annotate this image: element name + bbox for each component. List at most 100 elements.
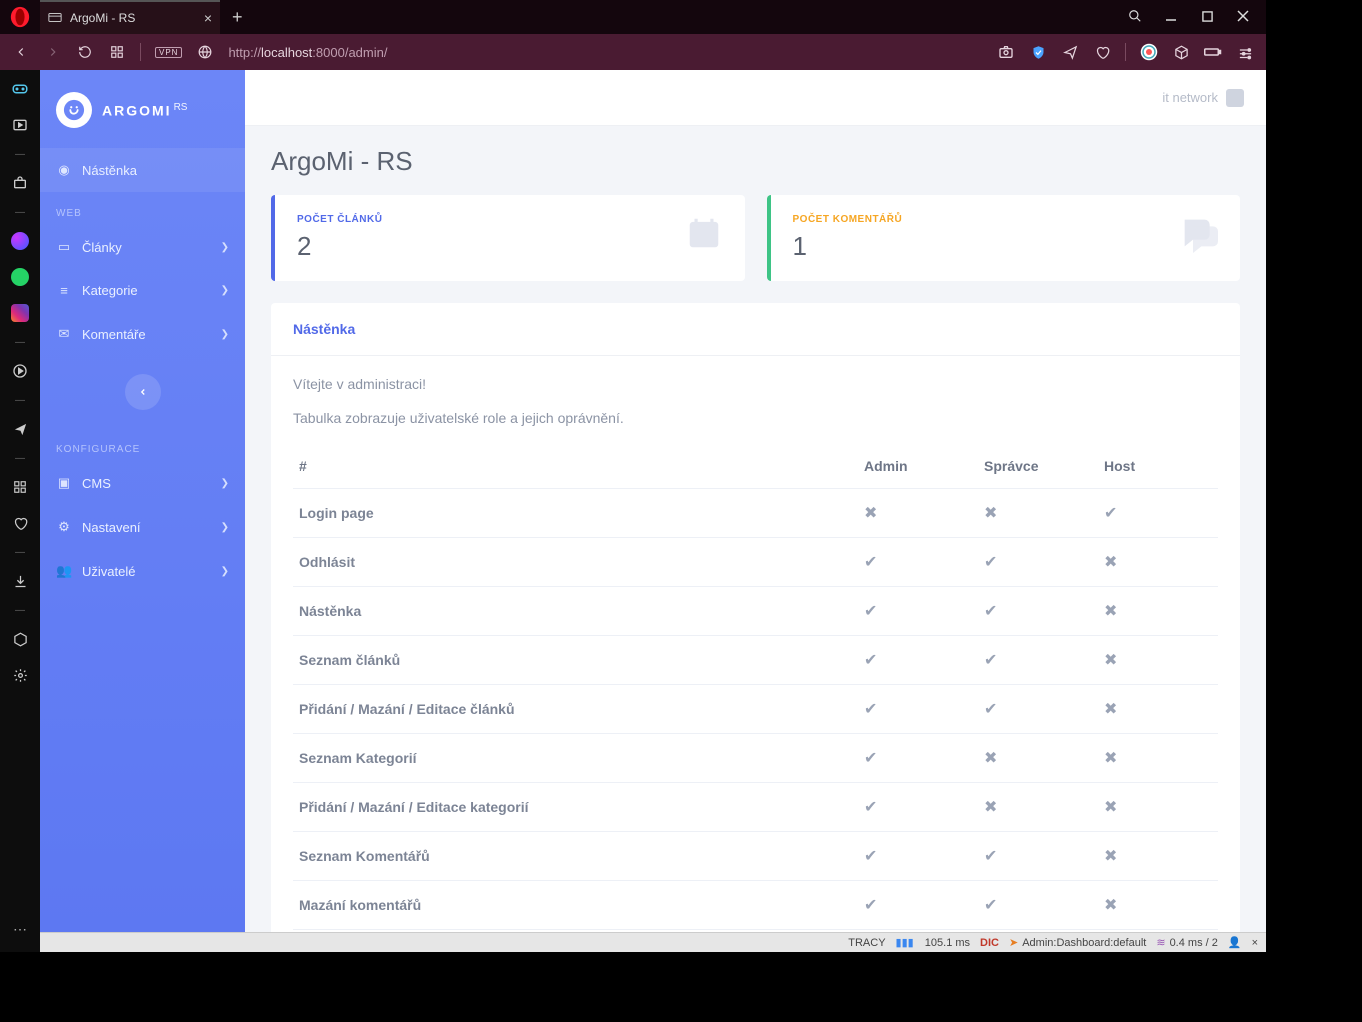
- instagram-icon[interactable]: [9, 302, 31, 324]
- sidebar-item-dashboard[interactable]: ◉ Nástěnka: [40, 148, 245, 192]
- stat-articles-value: 2: [297, 231, 382, 262]
- battery-icon[interactable]: [1204, 43, 1222, 61]
- x-icon: ✖: [1104, 701, 1117, 718]
- send-icon[interactable]: [9, 418, 31, 440]
- tab-favicon-icon: [48, 10, 64, 26]
- page-title: ArgoMi - RS: [271, 146, 1240, 177]
- shield-icon[interactable]: [1029, 43, 1047, 61]
- check-icon: ✔: [864, 897, 877, 914]
- table-row: Login page✖✖✔: [293, 489, 1218, 538]
- check-icon: ✔: [984, 897, 997, 914]
- easy-setup-icon[interactable]: [1236, 43, 1254, 61]
- tracy-route: ➤ Admin:Dashboard:default: [1009, 936, 1146, 949]
- check-icon: ✔: [864, 799, 877, 816]
- speed-dial-small-icon[interactable]: [9, 476, 31, 498]
- search-icon[interactable]: [1126, 9, 1144, 26]
- window-close-button[interactable]: [1234, 9, 1252, 25]
- x-icon: ✖: [984, 799, 997, 816]
- nav-reload-button[interactable]: [76, 43, 94, 61]
- brand-sup: RS: [174, 102, 188, 113]
- stat-comments: POČET KOMENTÁŘŮ 1: [767, 195, 1241, 281]
- x-icon: ✖: [984, 750, 997, 767]
- site-info-icon[interactable]: [196, 43, 214, 61]
- x-icon: ✖: [1104, 603, 1117, 620]
- brand[interactable]: ARGOMIRS: [40, 70, 245, 148]
- cell-manager: ✔: [978, 636, 1098, 685]
- sidebar-item-categories[interactable]: ≡ Kategorie ❯: [40, 269, 245, 312]
- speed-dial-icon[interactable]: [108, 43, 126, 61]
- workspaces-icon[interactable]: [9, 172, 31, 194]
- send-icon[interactable]: [1061, 43, 1079, 61]
- row-label: Login page: [293, 489, 858, 538]
- window-maximize-button[interactable]: [1198, 9, 1216, 25]
- cell-host: ✖: [1098, 538, 1218, 587]
- check-icon: ✔: [984, 848, 997, 865]
- tracy-label: TRACY: [848, 937, 885, 949]
- row-label: Odhlásit: [293, 538, 858, 587]
- row-label: Seznam Kategorií: [293, 734, 858, 783]
- admin-topbar: it network: [245, 70, 1266, 126]
- cell-host: ✖: [1098, 832, 1218, 881]
- messenger-icon[interactable]: [9, 230, 31, 252]
- tab-title: ArgoMi - RS: [70, 11, 198, 25]
- x-icon: ✖: [1104, 554, 1117, 571]
- check-icon: ✔: [984, 603, 997, 620]
- heart-icon[interactable]: [9, 512, 31, 534]
- folder-icon: ▣: [56, 475, 72, 491]
- check-icon: ✔: [984, 554, 997, 571]
- window-minimize-button[interactable]: [1162, 9, 1180, 25]
- cell-manager: ✔: [978, 685, 1098, 734]
- opera-sidebar: — — — — — — — ⋯: [0, 70, 40, 952]
- cube-icon[interactable]: [1172, 43, 1190, 61]
- more-icon[interactable]: ⋯: [9, 918, 31, 940]
- row-label: Seznam Komentářů: [293, 832, 858, 881]
- panel-title: Nástěnka: [271, 303, 1240, 356]
- heart-icon[interactable]: [1093, 43, 1111, 61]
- row-label: Mazání komentářů: [293, 881, 858, 930]
- sidebar-item-label: CMS: [82, 476, 111, 491]
- th-manager: Správce: [978, 444, 1098, 489]
- opera-menu-button[interactable]: [0, 0, 40, 34]
- brand-name: ARGOMI: [102, 102, 172, 118]
- video-popout-icon[interactable]: [9, 114, 31, 136]
- tracy-close[interactable]: ×: [1252, 937, 1258, 949]
- row-label: Přidání / Mazání / Editace článků: [293, 685, 858, 734]
- downloads-icon[interactable]: [9, 570, 31, 592]
- tab-close-icon[interactable]: ×: [204, 11, 212, 25]
- sidebar-item-cms[interactable]: ▣ CMS ❯: [40, 461, 245, 505]
- profile-icon[interactable]: [1140, 43, 1158, 61]
- avatar-icon: [1226, 89, 1244, 107]
- cell-manager: ✖: [978, 489, 1098, 538]
- gx-icon[interactable]: [9, 78, 31, 100]
- sidebar-collapse-button[interactable]: [125, 374, 161, 410]
- calendar-icon: [685, 214, 723, 262]
- chevron-right-icon: ❯: [221, 329, 229, 340]
- cell-admin: ✔: [858, 636, 978, 685]
- nav-back-button[interactable]: [12, 43, 30, 61]
- categories-icon: ≡: [56, 283, 72, 298]
- snapshot-icon[interactable]: [997, 43, 1015, 61]
- permissions-table: # Admin Správce Host Login page✖✖✔Odhlás…: [293, 444, 1218, 930]
- cell-admin: ✔: [858, 881, 978, 930]
- sidebar-item-users[interactable]: 👥 Uživatelé ❯: [40, 549, 245, 593]
- settings-gear-icon[interactable]: [9, 664, 31, 686]
- panel-welcome-text: Vítejte v administraci!: [293, 376, 1218, 392]
- tracy-debug-bar[interactable]: TRACY ▮▮▮ 105.1 ms DIC ➤ Admin:Dashboard…: [40, 932, 1266, 952]
- cell-admin: ✔: [858, 538, 978, 587]
- cell-admin: ✔: [858, 783, 978, 832]
- new-tab-button[interactable]: +: [220, 7, 255, 28]
- check-icon: ✔: [984, 701, 997, 718]
- table-row: Mazání komentářů✔✔✖: [293, 881, 1218, 930]
- browser-tab[interactable]: ArgoMi - RS ×: [40, 0, 220, 34]
- sidebar-item-settings[interactable]: ⚙ Nastavení ❯: [40, 505, 245, 549]
- whatsapp-icon[interactable]: [9, 266, 31, 288]
- cell-manager: ✔: [978, 881, 1098, 930]
- topbar-user[interactable]: it network: [1162, 89, 1244, 107]
- address-url[interactable]: http://localhost:8000/admin/: [228, 45, 387, 60]
- chevron-right-icon: ❯: [221, 242, 229, 253]
- player-icon[interactable]: [9, 360, 31, 382]
- vpn-badge[interactable]: VPN: [155, 47, 182, 58]
- sidebar-item-articles[interactable]: ▭ Články ❯: [40, 225, 245, 269]
- extensions-cube-icon[interactable]: [9, 628, 31, 650]
- sidebar-item-comments[interactable]: ✉ Komentáře ❯: [40, 312, 245, 356]
